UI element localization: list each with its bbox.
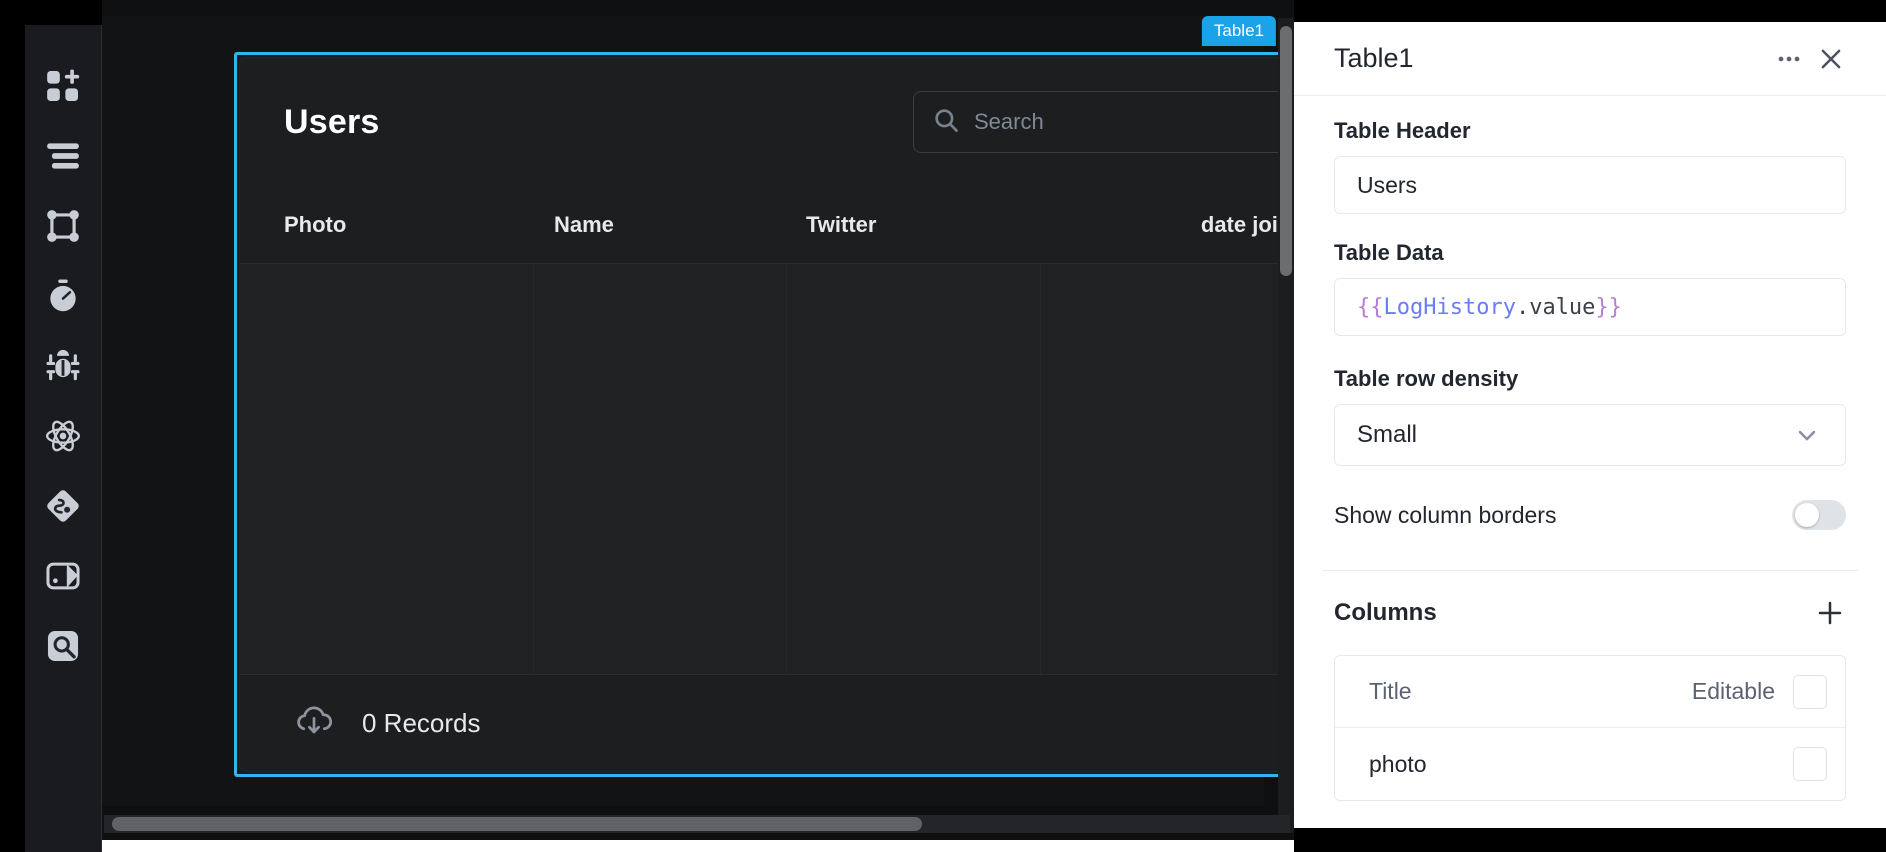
property-panel-header: Table1 — [1294, 22, 1886, 96]
canvas-bottom-edge — [102, 840, 1294, 852]
column-divider — [533, 264, 534, 674]
binding-identifier: LogHistory — [1383, 294, 1516, 320]
binding-close-brace: }} — [1595, 294, 1622, 320]
table-widget[interactable]: Users Search Photo Name Twitter date joi… — [240, 58, 1359, 771]
row-show-column-borders: Show column borders — [1294, 478, 1886, 552]
sidebar-item-inspect[interactable] — [25, 611, 101, 681]
close-icon[interactable] — [1810, 38, 1852, 80]
table-footer: 0 Records — [240, 675, 1359, 771]
sidebar-item-pages[interactable] — [25, 121, 101, 191]
widget-name-badge[interactable]: Table1 — [1201, 16, 1276, 46]
add-widget-icon — [44, 67, 82, 105]
sidebar-item-code[interactable] — [25, 471, 101, 541]
columns-list-row-photo[interactable]: photo — [1335, 728, 1845, 800]
sidebar-item-timer[interactable] — [25, 261, 101, 331]
theme-palette-icon — [44, 557, 82, 595]
field-table-header: Table Header Users — [1294, 118, 1886, 214]
stopwatch-icon — [44, 277, 82, 315]
sidebar-item-components[interactable] — [25, 401, 101, 471]
binding-open-brace: {{ — [1357, 294, 1384, 320]
property-panel-title: Table1 — [1334, 43, 1414, 73]
inspect-search-icon — [44, 627, 82, 665]
toggle-knob — [1795, 503, 1819, 527]
columns-list-header-row: Title Editable — [1335, 656, 1845, 728]
field-table-data: Table Data {{LogHistory .value}} — [1294, 240, 1886, 336]
column-divider — [1040, 264, 1041, 674]
binding-property: .value — [1515, 294, 1596, 320]
react-atom-icon — [44, 417, 82, 455]
columns-header-title: Title — [1369, 678, 1412, 704]
table-title: Users — [284, 102, 380, 141]
row-density-value: Small — [1357, 421, 1418, 448]
field-row-density: Table row density Small — [1294, 366, 1886, 466]
column-divider — [786, 264, 787, 674]
records-count-label: 0 Records — [362, 707, 481, 738]
property-panel-body: Table Header Users Table Data {{LogHisto… — [1294, 96, 1886, 828]
canvas-horizontal-scrollbar-thumb[interactable] — [112, 817, 922, 831]
columns-section-header: Columns — [1294, 571, 1886, 655]
search-icon — [932, 106, 960, 139]
table-column-header-row: Photo Name Twitter date joined — [240, 186, 1359, 264]
property-panel: Table1 Table Header Users Table Data {{… — [1294, 22, 1886, 828]
cloud-download-icon[interactable] — [292, 699, 336, 748]
plus-icon[interactable] — [1814, 597, 1846, 629]
ellipsis-icon[interactable] — [1768, 38, 1810, 80]
columns-header-editable-checkbox[interactable] — [1793, 674, 1827, 709]
sidebar-item-debug[interactable] — [25, 331, 101, 401]
table-body-empty — [240, 264, 1359, 675]
sidebar-item-add-widget[interactable] — [25, 51, 101, 121]
sidebar-item-theme[interactable] — [25, 541, 101, 611]
table-header-input[interactable]: Users — [1334, 156, 1846, 214]
diamond-code-icon — [44, 487, 82, 525]
canvas-vertical-scrollbar-thumb[interactable] — [1280, 26, 1292, 276]
column-row-title: photo — [1369, 750, 1427, 777]
columns-list: Title Editable photo — [1334, 655, 1846, 801]
columns-header-editable: Editable — [1691, 678, 1775, 704]
columns-section-title: Columns — [1334, 599, 1437, 626]
table-column-header-name[interactable]: Name — [554, 212, 806, 238]
row-density-select[interactable]: Small — [1334, 404, 1846, 466]
table-widget-selection-frame[interactable]: Users Search Photo Name Twitter date joi… — [234, 52, 1365, 777]
table-search-box[interactable]: Search — [913, 91, 1321, 153]
table-data-input[interactable]: {{LogHistory .value}} — [1334, 278, 1846, 336]
table-column-header-photo[interactable]: Photo — [284, 212, 554, 238]
chevron-down-icon — [1793, 421, 1821, 449]
row-density-label: Table row density — [1334, 366, 1519, 391]
workflow-nodes-icon — [44, 207, 82, 245]
column-row-editable-checkbox[interactable] — [1793, 747, 1827, 781]
show-column-borders-label: Show column borders — [1334, 501, 1557, 528]
table-widget-toolbar: Users Search — [240, 58, 1359, 186]
menu-list-icon — [44, 137, 82, 175]
table-search-placeholder: Search — [974, 109, 1044, 134]
app-root: Table1 Users Search Photo Name Twitter d… — [0, 0, 1886, 852]
show-column-borders-toggle[interactable] — [1792, 500, 1846, 530]
editor-canvas[interactable]: Table1 Users Search Photo Name Twitter d… — [102, 0, 1365, 852]
bug-icon — [44, 347, 82, 385]
left-icon-rail — [25, 25, 101, 852]
table-column-header-twitter[interactable]: Twitter — [806, 212, 1059, 238]
sidebar-item-workflow[interactable] — [25, 191, 101, 261]
table-header-label: Table Header — [1334, 118, 1471, 143]
table-data-label: Table Data — [1334, 240, 1444, 265]
